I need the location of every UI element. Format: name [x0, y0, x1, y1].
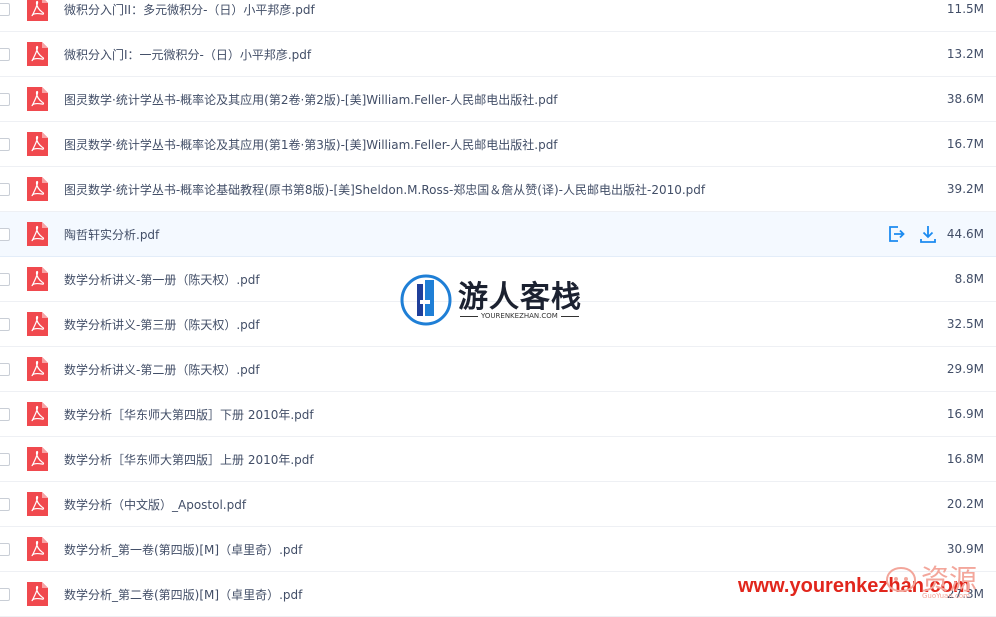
file-row[interactable]: 陶哲轩实分析.pdf 44.6M — [0, 212, 996, 257]
share-icon[interactable] — [886, 224, 906, 244]
file-name[interactable]: 数学分析讲义-第三册（陈天权）.pdf — [64, 316, 260, 333]
row-checkbox[interactable] — [0, 92, 10, 106]
file-row[interactable]: 图灵数学·统计学丛书-概率论及其应用(第1卷·第3版)-[美]William.F… — [0, 122, 996, 167]
file-size: 39.2M — [946, 182, 984, 196]
file-name[interactable]: 数学分析（中文版）_Apostol.pdf — [64, 496, 246, 513]
file-size: 8.8M — [954, 272, 984, 286]
file-name[interactable]: 数学分析［华东师大第四版］上册 2010年.pdf — [64, 451, 314, 468]
row-checkbox[interactable] — [0, 452, 10, 466]
file-row[interactable]: 数学分析［华东师大第四版］上册 2010年.pdf 16.8M — [0, 437, 996, 482]
resource-badge-icon — [885, 566, 917, 593]
pdf-file-icon — [27, 402, 48, 426]
download-icon[interactable] — [918, 224, 938, 244]
pdf-file-icon — [27, 582, 48, 606]
resource-badge-small: GuoYuan.com — [922, 592, 970, 600]
file-size: 44.6M — [946, 227, 984, 241]
row-checkbox[interactable] — [0, 272, 10, 286]
row-checkbox[interactable] — [0, 182, 10, 196]
file-name[interactable]: 微积分入门II：多元微积分-（日）小平邦彦.pdf — [64, 1, 315, 18]
pdf-file-icon — [27, 222, 48, 246]
row-checkbox[interactable] — [0, 227, 10, 241]
file-row[interactable]: 数学分析（中文版）_Apostol.pdf 20.2M — [0, 482, 996, 527]
row-checkbox[interactable] — [0, 47, 10, 61]
file-size: 30.9M — [946, 542, 984, 556]
row-checkbox[interactable] — [0, 362, 10, 376]
file-name[interactable]: 数学分析_第一卷(第四版)[M]（卓里奇）.pdf — [64, 541, 302, 558]
row-checkbox[interactable] — [0, 407, 10, 421]
file-name[interactable]: 数学分析_第二卷(第四版)[M]（卓里奇）.pdf — [64, 586, 302, 603]
file-row[interactable]: 数学分析讲义-第二册（陈天权）.pdf 29.9M — [0, 347, 996, 392]
file-row[interactable]: 数学分析［华东师大第四版］下册 2010年.pdf 16.9M — [0, 392, 996, 437]
file-size: 20.2M — [946, 497, 984, 511]
file-name[interactable]: 数学分析［华东师大第四版］下册 2010年.pdf — [64, 406, 314, 423]
row-checkbox[interactable] — [0, 317, 10, 331]
file-size: 16.9M — [946, 407, 984, 421]
resource-badge: 资源 GuoYuan.com — [878, 558, 996, 603]
row-actions — [886, 224, 938, 244]
file-size: 13.2M — [946, 47, 984, 61]
file-size: 32.5M — [946, 317, 984, 331]
file-list: 微积分入门II：多元微积分-（日）小平邦彦.pdf 11.5M 微积分入门I：一… — [0, 0, 996, 617]
file-size: 38.6M — [946, 92, 984, 106]
file-name[interactable]: 陶哲轩实分析.pdf — [64, 226, 159, 243]
file-name[interactable]: 数学分析讲义-第二册（陈天权）.pdf — [64, 361, 260, 378]
row-checkbox[interactable] — [0, 497, 10, 511]
file-row[interactable]: 微积分入门II：多元微积分-（日）小平邦彦.pdf 11.5M — [0, 0, 996, 32]
file-row[interactable]: 图灵数学·统计学丛书-概率论及其应用(第2卷·第2版)-[美]William.F… — [0, 77, 996, 122]
file-row[interactable]: 微积分入门I：一元微积分-（日）小平邦彦.pdf 13.2M — [0, 32, 996, 77]
file-row[interactable]: 图灵数学·统计学丛书-概率论基础教程(原书第8版)-[美]Sheldon.M.R… — [0, 167, 996, 212]
file-name[interactable]: 图灵数学·统计学丛书-概率论基础教程(原书第8版)-[美]Sheldon.M.R… — [64, 181, 705, 198]
pdf-file-icon — [27, 177, 48, 201]
file-name[interactable]: 图灵数学·统计学丛书-概率论及其应用(第2卷·第2版)-[美]William.F… — [64, 91, 558, 108]
pdf-file-icon — [27, 357, 48, 381]
file-size: 16.8M — [946, 452, 984, 466]
file-size: 16.7M — [946, 137, 984, 151]
row-checkbox[interactable] — [0, 587, 10, 601]
file-name[interactable]: 微积分入门I：一元微积分-（日）小平邦彦.pdf — [64, 46, 311, 63]
file-name[interactable]: 数学分析讲义-第一册（陈天权）.pdf — [64, 271, 260, 288]
pdf-file-icon — [27, 132, 48, 156]
pdf-file-icon — [27, 492, 48, 516]
row-checkbox[interactable] — [0, 137, 10, 151]
row-checkbox[interactable] — [0, 542, 10, 556]
pdf-file-icon — [27, 0, 48, 21]
pdf-file-icon — [27, 312, 48, 336]
pdf-file-icon — [27, 267, 48, 291]
pdf-file-icon — [27, 87, 48, 111]
pdf-file-icon — [27, 447, 48, 471]
file-size: 11.5M — [946, 2, 984, 16]
pdf-file-icon — [27, 537, 48, 561]
file-row[interactable]: 数学分析讲义-第一册（陈天权）.pdf 8.8M — [0, 257, 996, 302]
file-name[interactable]: 图灵数学·统计学丛书-概率论及其应用(第1卷·第3版)-[美]William.F… — [64, 136, 558, 153]
file-size: 29.9M — [946, 362, 984, 376]
file-row[interactable]: 数学分析讲义-第三册（陈天权）.pdf 32.5M — [0, 302, 996, 347]
file-row[interactable]: 数学分析_第一卷(第四版)[M]（卓里奇）.pdf 30.9M — [0, 527, 996, 572]
row-checkbox[interactable] — [0, 2, 10, 16]
pdf-file-icon — [27, 42, 48, 66]
